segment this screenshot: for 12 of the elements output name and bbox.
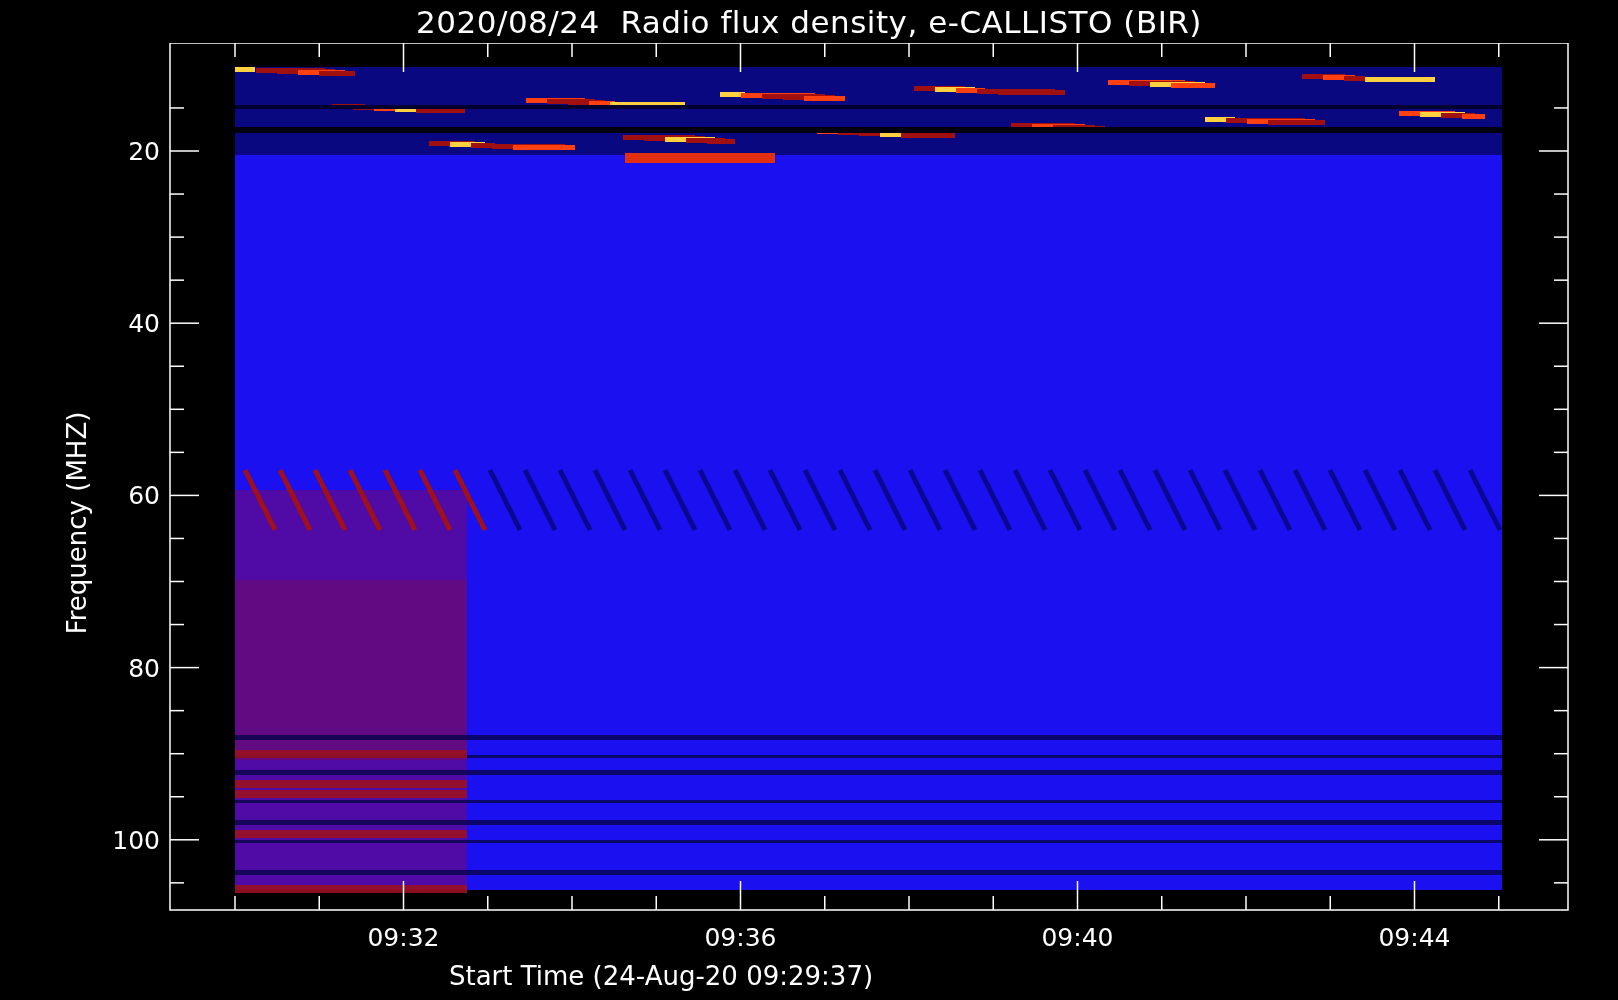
- tick-label: 09:44: [1378, 923, 1451, 952]
- tick-label: 80: [128, 653, 160, 683]
- tick-label: 40: [128, 309, 160, 339]
- tick-label: 60: [128, 481, 160, 511]
- tick-label: 09:40: [1041, 923, 1114, 952]
- tick-label: 09:36: [704, 923, 777, 952]
- tick-label: 100: [112, 825, 160, 855]
- tick-label: 09:32: [367, 923, 440, 952]
- tick-label: 20: [128, 137, 160, 166]
- axis-title: Start Time (24-Aug-20 09:29:37): [448, 961, 874, 991]
- chart-title: 2020/08/24 Radio flux density, e-CALLISTO (BIR): [416, 3, 1202, 40]
- axis-title: Frequency (MHZ): [62, 411, 92, 635]
